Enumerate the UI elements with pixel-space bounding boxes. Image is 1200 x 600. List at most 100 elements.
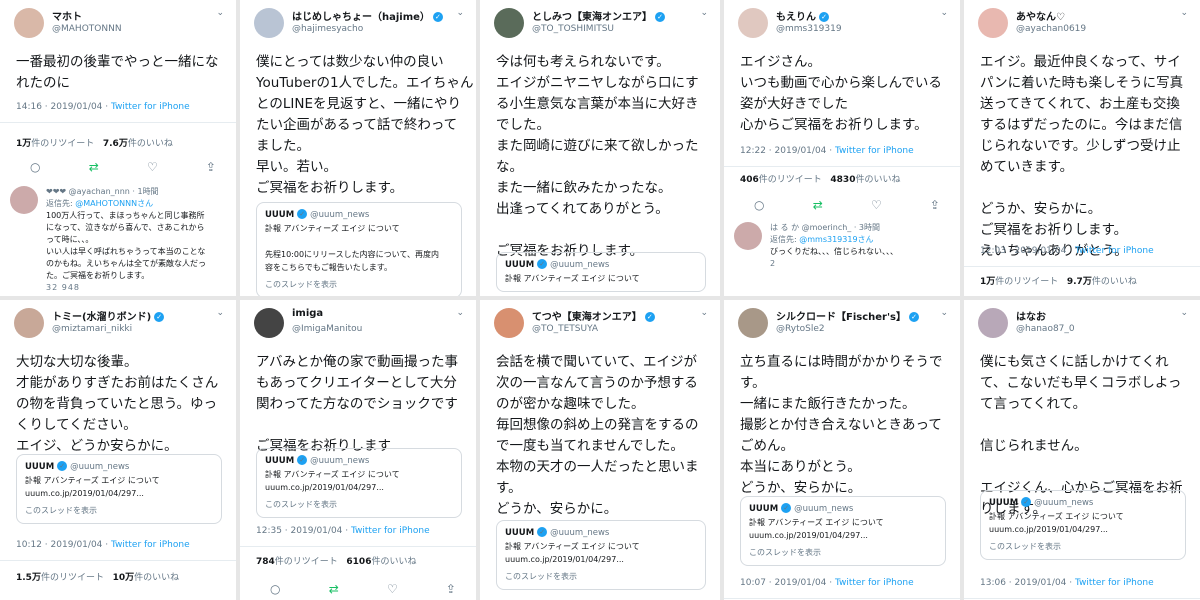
- quoted-tweet[interactable]: UUUM ✓ @uuum_news 訃報 アバンティーズ エイジ について uuum.c…: [740, 496, 946, 566]
- avatar[interactable]: [978, 308, 1008, 338]
- show-thread-link[interactable]: このスレッドを表示: [265, 498, 453, 511]
- author-name-row[interactable]: あやなん♡: [1016, 8, 1065, 23]
- avatar[interactable]: [14, 8, 44, 38]
- author-handle[interactable]: @miztamari_nikki: [52, 324, 132, 334]
- author-name-row[interactable]: imiga: [292, 308, 323, 319]
- author-name-row[interactable]: トミー(水溜りボンド) ✓: [52, 308, 165, 323]
- author-handle[interactable]: @ayachan0619: [1016, 24, 1086, 34]
- tweet-header: トミー(水溜りボンド) ✓ @miztamari_nikki ⌄: [14, 308, 226, 342]
- tweet-header: シルクロード【Fischer's】 ✓ @RytoSle2 ⌄: [738, 308, 950, 342]
- author-handle[interactable]: @MAHOTONNN: [52, 24, 122, 34]
- quoted-author-handle: @uuum_news: [550, 528, 610, 538]
- avatar[interactable]: [738, 8, 768, 38]
- tweet-card: てつや【東海オンエア】 ✓ @TO_TETSUYA ⌄ 会話を横で聞いていて、エイジが次…: [480, 300, 720, 600]
- chevron-down-icon[interactable]: ⌄: [940, 308, 948, 318]
- author-name: てつや【東海オンエア】: [532, 312, 642, 323]
- author-handle[interactable]: @TO_TETSUYA: [532, 324, 598, 334]
- author-handle[interactable]: @hajimesyacho: [292, 24, 363, 34]
- retweet-icon[interactable]: ⇄: [89, 160, 99, 176]
- retweet-count[interactable]: 406: [740, 175, 759, 185]
- author-handle[interactable]: @TO_TOSHIMITSU: [532, 24, 614, 34]
- client-link[interactable]: Twitter for iPhone: [1075, 578, 1154, 588]
- quoted-tweet[interactable]: UUUM ✓ @uuum_news 訃報 アバンティーズ エイジ について 先程10:…: [256, 202, 462, 296]
- reply-icon[interactable]: ○: [754, 198, 764, 214]
- author-name-row[interactable]: はなお: [1016, 308, 1046, 323]
- chevron-down-icon[interactable]: ⌄: [216, 308, 224, 318]
- share-icon[interactable]: ⇪: [930, 198, 940, 214]
- chevron-down-icon[interactable]: ⌄: [216, 8, 224, 18]
- author-name-row[interactable]: てつや【東海オンエア】 ✓: [532, 308, 655, 323]
- show-thread-link[interactable]: このスレッドを表示: [25, 504, 213, 517]
- avatar[interactable]: [14, 308, 44, 338]
- quoted-tweet[interactable]: UUUM ✓ @uuum_news 訃報 アバンティーズ エイジ について uuum.c…: [980, 490, 1186, 560]
- chevron-down-icon[interactable]: ⌄: [700, 8, 708, 18]
- like-count[interactable]: 4830: [830, 175, 855, 185]
- show-thread-link[interactable]: このスレッドを表示: [505, 570, 697, 583]
- retweet-count[interactable]: 1.5万: [16, 573, 41, 583]
- client-link[interactable]: Twitter for iPhone: [835, 578, 914, 588]
- chevron-down-icon[interactable]: ⌄: [1180, 8, 1188, 18]
- reply-to-user[interactable]: @mms319319さん: [799, 235, 873, 244]
- show-thread-link[interactable]: このスレッドを表示: [749, 546, 937, 559]
- share-icon[interactable]: ⇪: [446, 582, 456, 598]
- retweet-count[interactable]: 784: [256, 557, 275, 567]
- avatar[interactable]: [978, 8, 1008, 38]
- quoted-tweet[interactable]: UUUM ✓ @uuum_news 訃報 アバンティーズ エイジ について uuum.c…: [16, 454, 222, 524]
- avatar[interactable]: [494, 308, 524, 338]
- author-handle[interactable]: @mms319319: [776, 24, 842, 34]
- show-thread-link[interactable]: このスレッドを表示: [265, 278, 453, 291]
- avatar[interactable]: [10, 186, 38, 214]
- client-link[interactable]: Twitter for iPhone: [835, 146, 914, 156]
- share-icon[interactable]: ⇪: [206, 160, 216, 176]
- quoted-tweet[interactable]: UUUM ✓ @uuum_news 訃報 アバンティーズ エイジ について uuum.c…: [256, 448, 462, 518]
- avatar[interactable]: [254, 8, 284, 38]
- client-link[interactable]: Twitter for iPhone: [351, 526, 430, 536]
- show-thread-link[interactable]: このスレッドを表示: [989, 540, 1177, 553]
- author-handle[interactable]: @ImigaManitou: [292, 324, 362, 334]
- reply-to-prefix: 返信先:: [770, 235, 800, 244]
- author-name-row[interactable]: シルクロード【Fischer's】 ✓: [776, 308, 919, 323]
- quoted-author-handle: @uuum_news: [310, 456, 370, 466]
- author-handle[interactable]: @hanao87_0: [1016, 324, 1075, 334]
- like-count[interactable]: 9.7万: [1067, 277, 1092, 287]
- chevron-down-icon[interactable]: ⌄: [1180, 308, 1188, 318]
- verified-badge-icon: ✓: [819, 12, 829, 22]
- client-link[interactable]: Twitter for iPhone: [111, 102, 190, 112]
- reply-to-user[interactable]: @MAHOTONNNさん: [75, 199, 153, 208]
- tweet-header: マホト @MAHOTONNN ⌄: [14, 8, 226, 42]
- like-count[interactable]: 7.6万: [103, 139, 128, 149]
- heart-icon[interactable]: ♡: [871, 198, 882, 214]
- like-count[interactable]: 6106: [346, 557, 371, 567]
- avatar[interactable]: [494, 8, 524, 38]
- chevron-down-icon[interactable]: ⌄: [940, 8, 948, 18]
- author-handle[interactable]: @RytoSle2: [776, 324, 825, 334]
- like-count[interactable]: 10万: [113, 573, 135, 583]
- avatar[interactable]: [254, 308, 284, 338]
- quoted-tweet[interactable]: UUUM ✓ @uuum_news 訃報 アバンティーズ エイジ について: [496, 252, 706, 292]
- retweet-icon[interactable]: ⇄: [813, 198, 823, 214]
- reply-icon[interactable]: ○: [30, 160, 40, 176]
- reply-icon[interactable]: ○: [270, 582, 280, 598]
- chevron-down-icon[interactable]: ⌄: [456, 8, 464, 18]
- tweet-text-line: どうか、安らかに。: [496, 501, 618, 517]
- author-name-row[interactable]: としみつ【東海オンエア】 ✓: [532, 8, 665, 23]
- author-name-row[interactable]: はじめしゃちょー（hajime） ✓: [292, 8, 443, 23]
- tweet-text: 大切な大切な後輩。 才能がありすぎたお前はたくさん の物を背負っていたと思う。ゆっく…: [16, 352, 224, 457]
- retweet-count[interactable]: 1万: [980, 277, 995, 287]
- quoted-tweet[interactable]: UUUM ✓ @uuum_news 訃報 アバンティーズ エイジ について uuum.c…: [496, 520, 706, 590]
- client-link[interactable]: Twitter for iPhone: [1075, 246, 1154, 256]
- tweet-card: はなお @hanao87_0 ⌄ 僕にも気さくに話しかけてくれ て、こないだも早くコラボ…: [964, 300, 1200, 600]
- heart-icon[interactable]: ♡: [387, 582, 398, 598]
- retweet-icon[interactable]: ⇄: [329, 582, 339, 598]
- heart-icon[interactable]: ♡: [147, 160, 158, 176]
- avatar[interactable]: [738, 308, 768, 338]
- reply-content: ❤❤❤ @ayachan_nnn · 1時間 返信先: @MAHOTONNNさん 1…: [46, 186, 226, 294]
- chevron-down-icon[interactable]: ⌄: [700, 308, 708, 318]
- retweet-count[interactable]: 1万: [16, 139, 31, 149]
- author-name-row[interactable]: マホト: [52, 8, 82, 23]
- tweet-header: はじめしゃちょー（hajime） ✓ @hajimesyacho ⌄: [254, 8, 466, 42]
- author-name-row[interactable]: もえりん ✓: [776, 8, 829, 23]
- client-link[interactable]: Twitter for iPhone: [111, 540, 190, 550]
- avatar[interactable]: [734, 222, 762, 250]
- chevron-down-icon[interactable]: ⌄: [456, 308, 464, 318]
